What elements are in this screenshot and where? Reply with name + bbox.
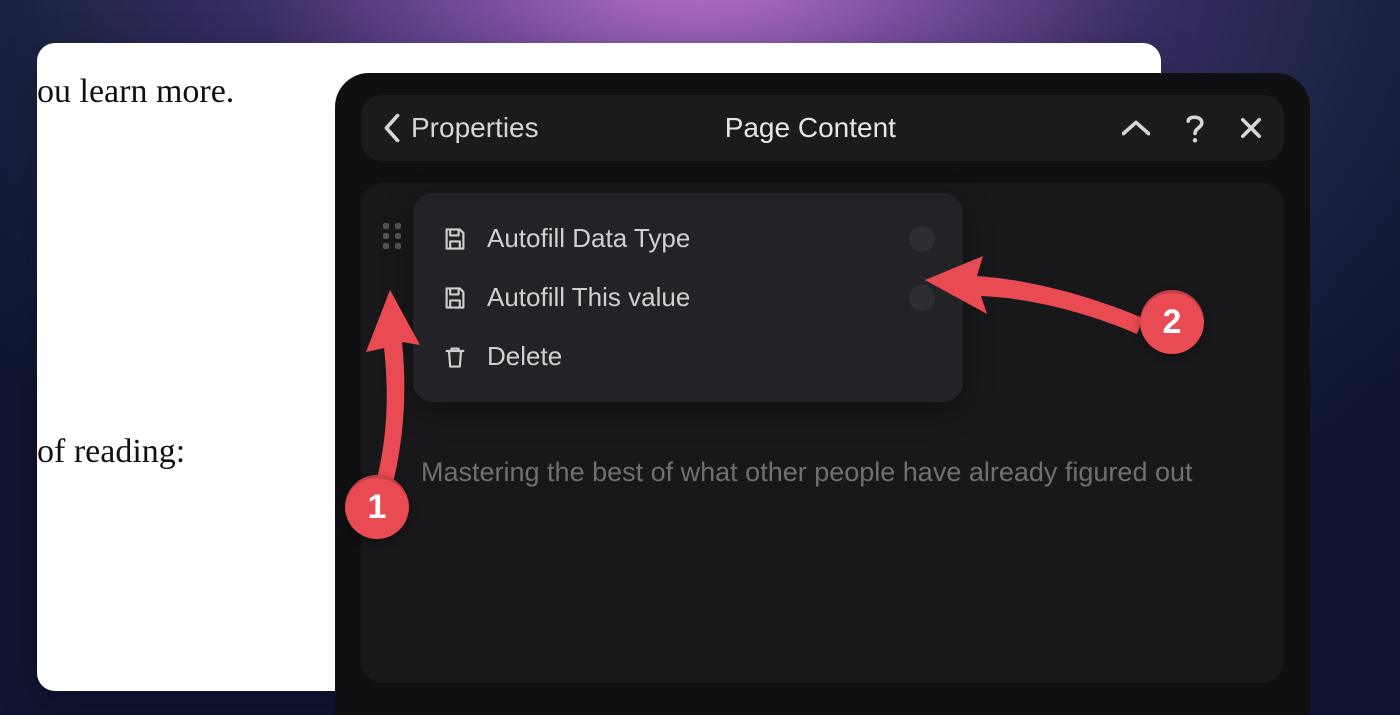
panel-body: Autofill Data Type Autofill This value D… [361, 183, 1284, 683]
annotation-badge-1: 1 [345, 475, 409, 539]
chevron-up-icon[interactable] [1122, 119, 1150, 137]
panel-title: Page Content [507, 112, 1114, 144]
menu-item-autofill-this-value[interactable]: Autofill This value [423, 268, 953, 327]
menu-indicator-dot [909, 226, 935, 252]
document-text-fragment-2: of reading: [37, 433, 185, 471]
menu-item-delete[interactable]: Delete [423, 327, 953, 386]
save-icon [441, 286, 469, 310]
menu-item-label: Autofill This value [487, 282, 690, 313]
menu-item-label: Autofill Data Type [487, 223, 690, 254]
help-icon[interactable] [1184, 113, 1206, 143]
menu-item-autofill-data-type[interactable]: Autofill Data Type [423, 209, 953, 268]
menu-item-label: Delete [487, 341, 562, 372]
panel-header-actions [1122, 113, 1262, 143]
close-icon[interactable] [1240, 117, 1262, 139]
panel-header: Properties Page Content [361, 95, 1284, 161]
properties-panel: Properties Page Content Autofill Dat [335, 73, 1310, 715]
trash-icon [441, 345, 469, 369]
menu-indicator-dot [909, 285, 935, 311]
drag-handle-icon[interactable] [383, 223, 403, 249]
content-preview-text: Mastering the best of what other people … [421, 453, 1244, 492]
context-menu: Autofill Data Type Autofill This value D… [413, 193, 963, 402]
chevron-left-icon [383, 114, 401, 142]
annotation-badge-2: 2 [1140, 290, 1204, 354]
document-text-fragment-1: ou learn more. [37, 73, 234, 111]
save-icon [441, 227, 469, 251]
